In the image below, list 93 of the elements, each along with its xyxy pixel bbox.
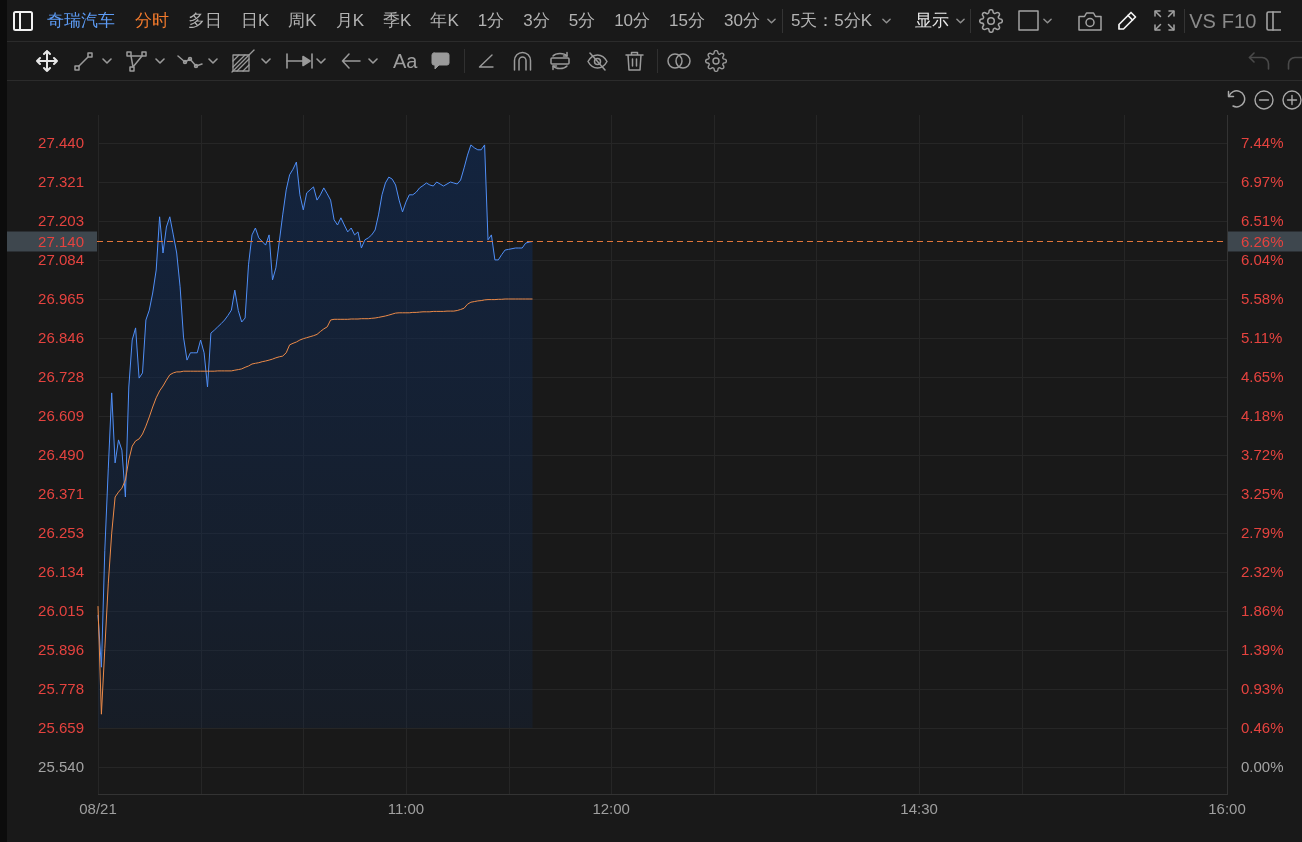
speech-bubble-icon[interactable] [431, 52, 451, 70]
compare-link[interactable]: VS [1189, 9, 1216, 32]
caret-icon[interactable] [261, 58, 271, 64]
period-tab[interactable]: 月K [335, 9, 365, 32]
caret-icon[interactable] [102, 58, 112, 64]
price-axis-label: 26.490 [38, 446, 84, 464]
period-tab[interactable]: 多日 [188, 9, 222, 32]
stock-name[interactable]: 奇瑞汽车 [47, 9, 115, 32]
percent-axis-label: 0.93% [1241, 680, 1284, 698]
price-axis-label: 26.728 [38, 368, 84, 386]
period-tab[interactable]: 周K [288, 9, 317, 32]
period-tab[interactable]: 5分 [568, 9, 596, 32]
percent-axis-label: 1.86% [1241, 602, 1284, 620]
period-dropdown[interactable]: 30分 [723, 9, 776, 32]
time-axis-label: 11:00 [387, 800, 425, 817]
percent-axis-label: 2.32% [1241, 563, 1284, 581]
period-tab[interactable]: 日K [241, 9, 270, 32]
time-axis-label: 12:00 [592, 800, 630, 817]
price-axis-label: 26.371 [38, 485, 84, 503]
range-icon[interactable] [286, 52, 313, 70]
polygon-icon[interactable] [126, 50, 147, 72]
period-tab[interactable]: 3分 [523, 9, 550, 32]
zoom-out-icon[interactable] [1254, 90, 1274, 110]
settings-icon[interactable] [979, 8, 1004, 33]
percent-axis-label: 3.25% [1241, 485, 1284, 503]
price-axis-label: 26.965 [38, 290, 84, 308]
angle-icon[interactable] [478, 54, 495, 68]
price-axis-label: 26.846 [38, 329, 84, 347]
camera-icon[interactable] [1078, 10, 1103, 31]
percent-axis-label: 6.97% [1241, 173, 1284, 191]
price-axis-label: 25.659 [38, 719, 84, 737]
caret-icon[interactable] [1043, 17, 1053, 24]
period-tab[interactable]: 分时 [135, 9, 169, 32]
price-axis-label: 27.440 [38, 134, 84, 152]
price-axis-label: 26.134 [38, 563, 84, 581]
price-axis-label: 26.609 [38, 407, 84, 425]
zigzag-icon[interactable] [177, 52, 203, 70]
pencil-icon[interactable] [1117, 10, 1138, 31]
multi-day-dropdown[interactable]: 5天：5分K [790, 9, 892, 32]
circles-icon[interactable] [667, 53, 692, 69]
price-tag: 27.140 [7, 231, 97, 252]
price-axis-label: 25.540 [38, 758, 84, 776]
trash-icon[interactable] [625, 51, 645, 71]
price-axis-label: 27.084 [38, 251, 84, 269]
percent-axis-label: 4.65% [1241, 368, 1284, 386]
percent-axis-label: 5.11% [1241, 329, 1283, 347]
percent-axis-label: 6.51% [1241, 212, 1284, 230]
caret-icon[interactable] [368, 58, 378, 64]
period-tab[interactable]: 1分 [477, 9, 505, 32]
caret-icon [766, 17, 776, 24]
square-icon[interactable] [1018, 10, 1040, 31]
percent-axis-label: 0.00% [1241, 758, 1284, 776]
magnet-icon[interactable] [513, 51, 533, 71]
price-axis-label: 27.203 [38, 212, 84, 230]
percent-axis-label: 1.39% [1241, 641, 1284, 659]
percent-axis-label: 7.44% [1241, 134, 1284, 152]
period-tab[interactable]: 15分 [669, 9, 705, 32]
eye-slash-icon[interactable] [587, 50, 609, 72]
price-axis-label: 27.321 [38, 173, 84, 191]
percent-axis-label: 4.18% [1241, 407, 1284, 425]
percent-tag: 6.26% [1228, 231, 1302, 252]
caret-icon [956, 17, 966, 24]
percent-axis-label: 5.58% [1241, 290, 1284, 308]
sync-icon[interactable] [549, 51, 572, 71]
price-axis-label: 26.253 [38, 524, 84, 542]
hatched-chart-icon[interactable] [231, 49, 255, 73]
caret-icon[interactable] [208, 58, 218, 64]
expand-icon[interactable] [1154, 10, 1176, 31]
arrow-icon[interactable] [341, 53, 361, 69]
time-axis-label: 08/21 [79, 800, 117, 817]
caret-icon[interactable] [316, 58, 326, 64]
time-axis-label: 14:30 [900, 800, 938, 817]
period-tab[interactable]: 年K [430, 9, 459, 32]
display-dropdown[interactable]: 显示 [915, 9, 966, 32]
reset-icon[interactable] [1227, 90, 1246, 108]
price-axis-label: 25.778 [38, 680, 84, 698]
price-axis-label: 25.896 [38, 641, 84, 659]
f10-link[interactable]: F10 [1221, 9, 1257, 32]
text-tool[interactable]: Aa [393, 50, 418, 72]
percent-axis-label: 6.04% [1241, 251, 1284, 269]
percent-axis-label: 3.72% [1241, 446, 1284, 464]
move-icon[interactable] [36, 50, 58, 72]
price-axis-label: 26.015 [38, 602, 84, 620]
period-tab[interactable]: 季K [383, 9, 412, 32]
percent-axis-label: 2.79% [1241, 524, 1284, 542]
percent-axis-label: 0.46% [1241, 719, 1284, 737]
caret-icon [882, 17, 892, 24]
line-segment-icon[interactable] [74, 51, 93, 71]
settings-icon[interactable] [705, 50, 728, 72]
time-axis-label: 16:00 [1208, 800, 1246, 817]
caret-icon[interactable] [155, 58, 165, 64]
zoom-in-icon[interactable] [1282, 90, 1302, 110]
period-tab[interactable]: 10分 [614, 9, 651, 32]
